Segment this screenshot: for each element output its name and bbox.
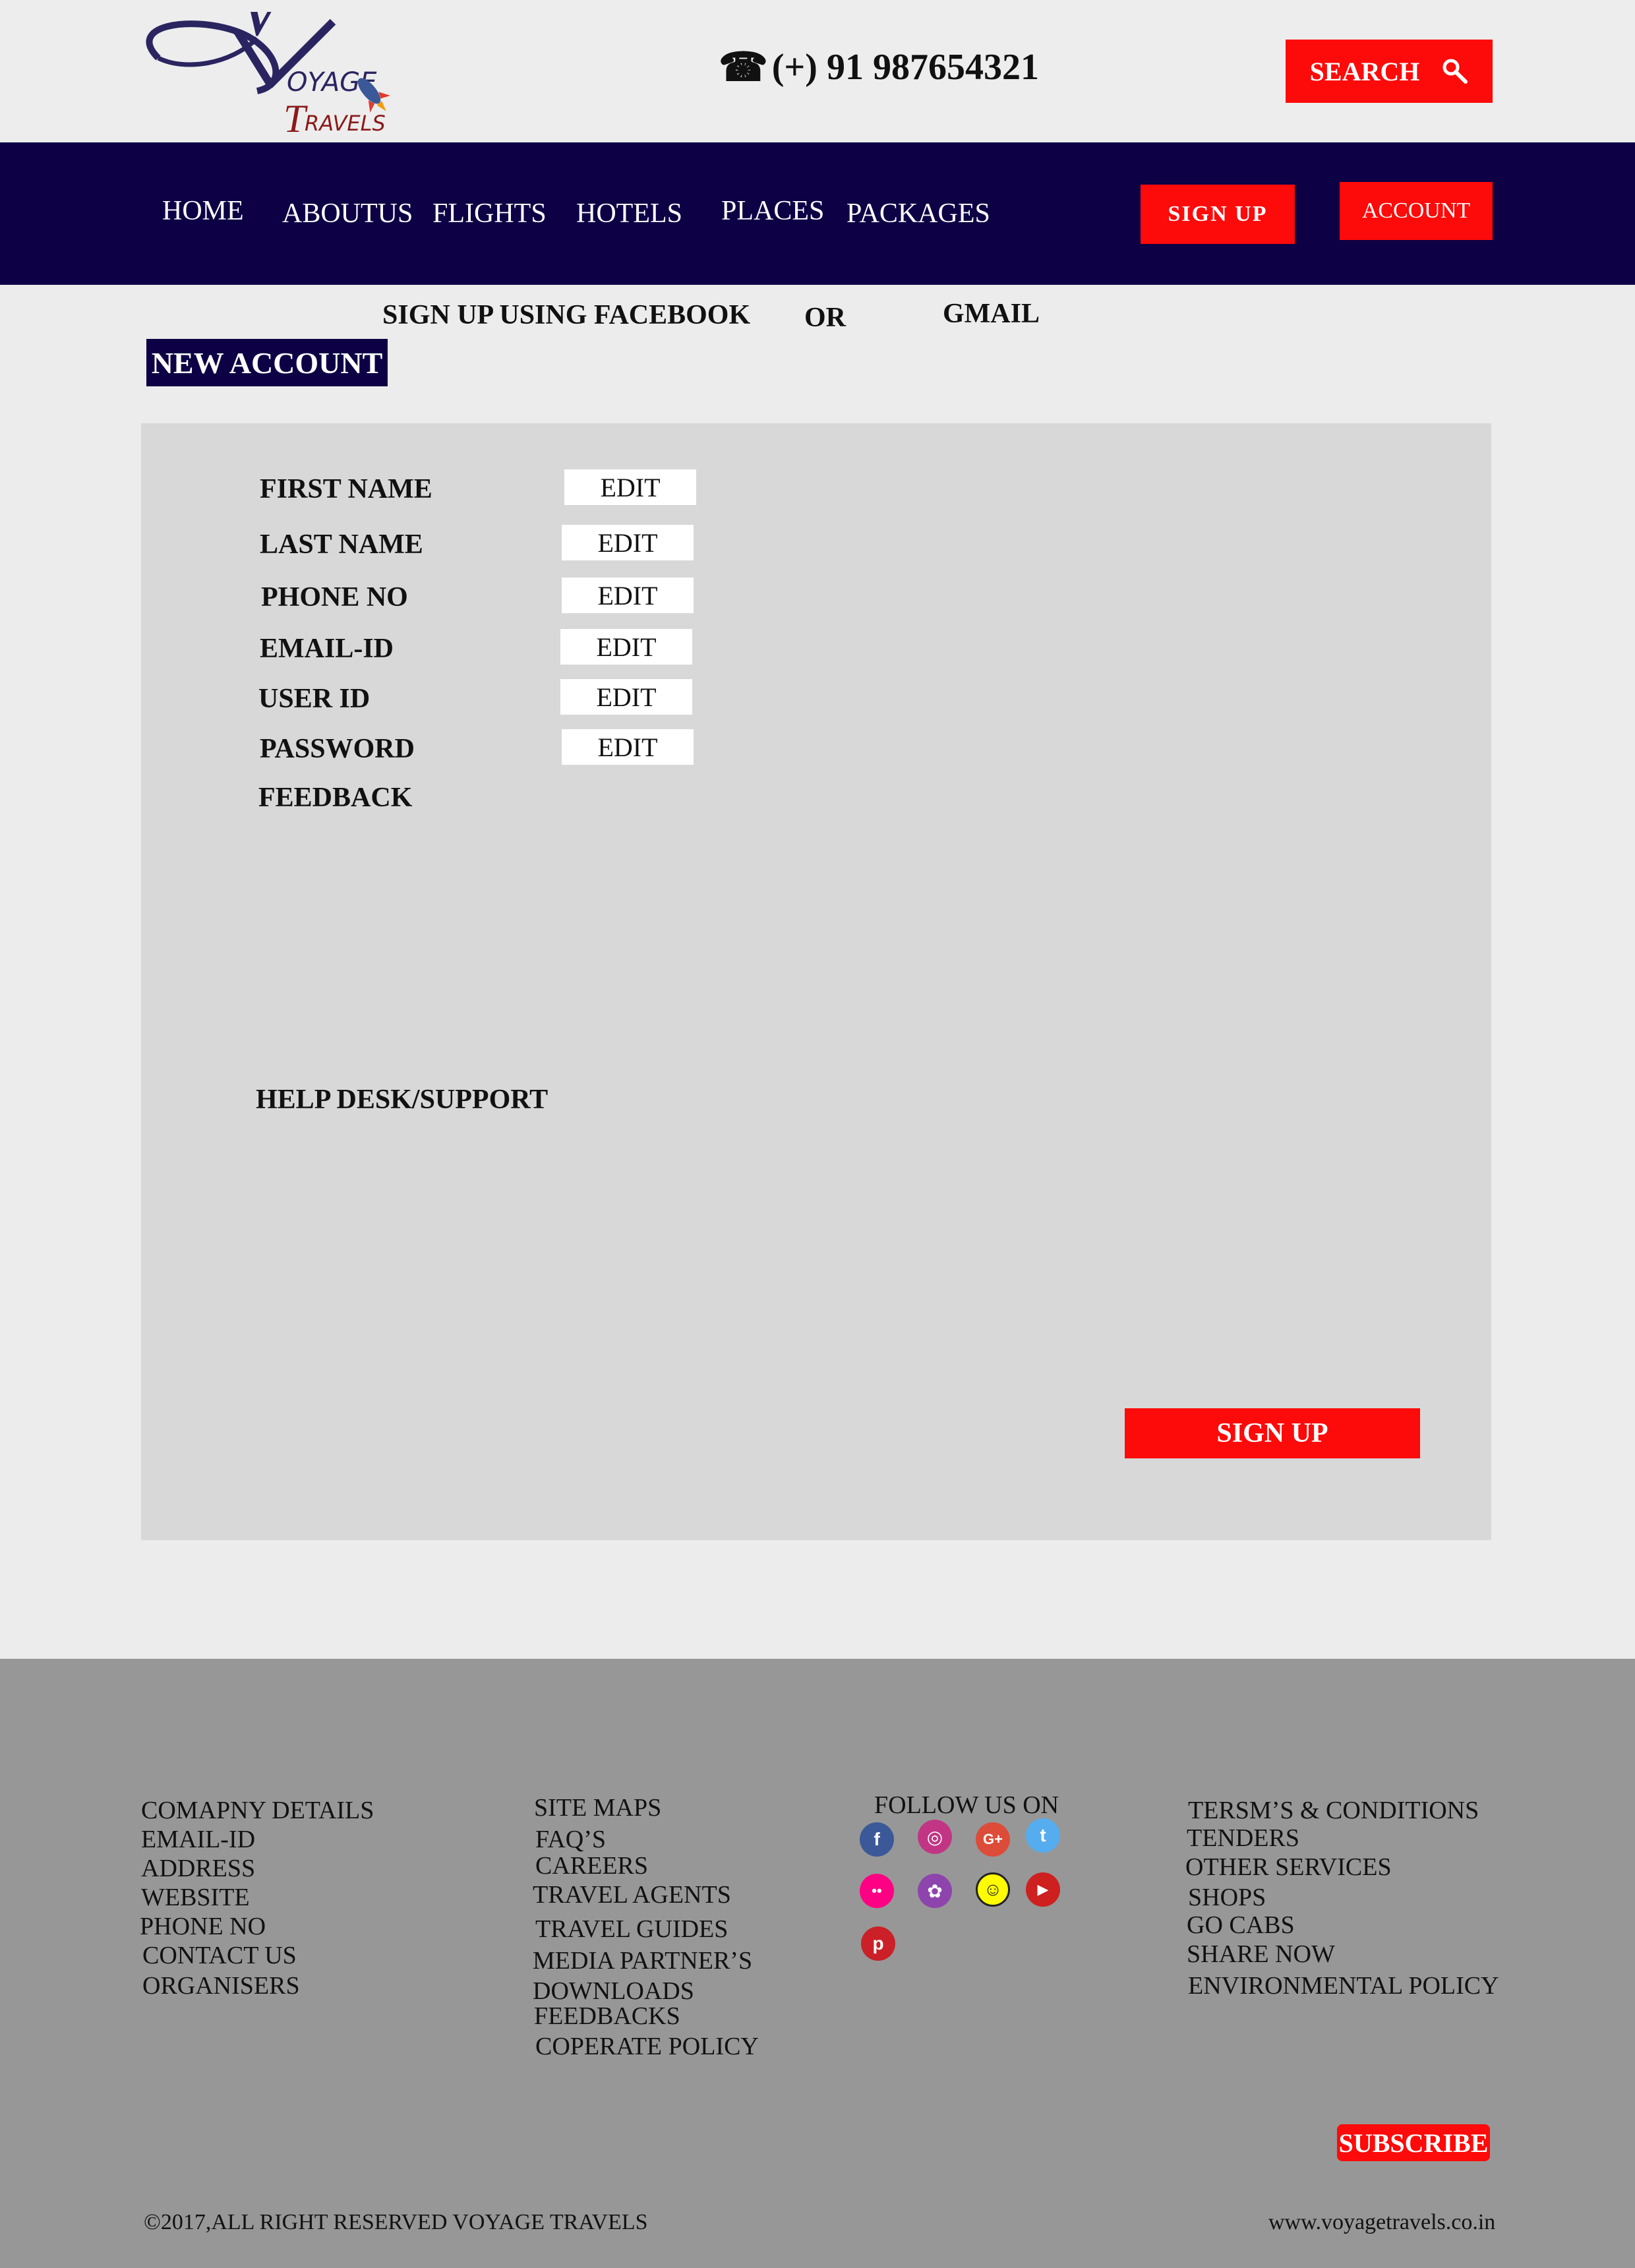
signup-submit-button[interactable]: SIGN UP <box>1125 1408 1420 1458</box>
voyage-travels-logo[interactable]: V OYAGE T RAVELS <box>138 0 402 140</box>
nav-aboutus[interactable]: ABOUTUS <box>282 198 413 229</box>
footer-share-now[interactable]: SHARE NOW <box>1187 1940 1335 1969</box>
footer-tenders[interactable]: TENDERS <box>1187 1824 1299 1853</box>
footer-coperate-policy[interactable]: COPERATE POLICY <box>535 2032 759 2061</box>
copyright-text: ©2017,ALL RIGHT RESERVED VOYAGE TRAVELS <box>144 2210 648 2234</box>
phone-icon: ☎ <box>719 45 768 89</box>
footer-other-services[interactable]: OTHER SERVICES <box>1185 1853 1392 1882</box>
phone-no-label: PHONE NO <box>261 582 408 612</box>
help-desk-area[interactable] <box>256 1127 1113 1378</box>
instagram-icon[interactable]: ◎ <box>918 1820 952 1854</box>
new-account-heading: NEW ACCOUNT <box>146 339 388 386</box>
logo-word-travels: RAVELS <box>305 111 386 136</box>
first-name-field[interactable] <box>564 469 696 505</box>
facebook-icon[interactable]: f <box>860 1822 894 1857</box>
nav-places[interactable]: PLACES <box>721 195 824 227</box>
twitter-icon[interactable]: t <box>1026 1818 1060 1853</box>
header-phone: ☎ (+) 91 987654321 <box>719 46 1039 88</box>
user-id-label: USER ID <box>258 684 371 714</box>
footer-terms-conditions[interactable]: TERSM’S & CONDITIONS <box>1188 1796 1479 1825</box>
first-name-label: FIRST NAME <box>260 474 432 504</box>
footer-feedbacks[interactable]: FEEDBACKS <box>534 2002 680 2031</box>
footer-organisers[interactable]: ORGANISERS <box>142 1971 300 2000</box>
phone-number: (+) 91 987654321 <box>771 47 1039 88</box>
signup-gmail-link[interactable]: GMAIL <box>943 298 1040 330</box>
password-field[interactable] <box>562 729 694 765</box>
footer-website[interactable]: WEBSITE <box>141 1883 250 1912</box>
nav-account-button[interactable]: ACCOUNT <box>1340 182 1493 240</box>
feedback-label: FEEDBACK <box>258 783 413 813</box>
footer-site-maps[interactable]: SITE MAPS <box>534 1793 661 1822</box>
footer-shops[interactable]: SHOPS <box>1188 1883 1266 1912</box>
footer-contact-us[interactable]: CONTACT US <box>142 1941 297 1970</box>
pinterest-icon[interactable]: p <box>861 1926 895 1961</box>
footer-careers[interactable]: CAREERS <box>535 1851 648 1880</box>
logo-graphic: V OYAGE T RAVELS <box>146 0 391 140</box>
password-label: PASSWORD <box>260 734 415 764</box>
site-url-link[interactable]: www.voyagetravels.co.in <box>1268 2210 1495 2235</box>
email-id-field[interactable] <box>560 629 692 665</box>
flickr-icon[interactable]: •• <box>860 1874 894 1908</box>
help-desk-label: HELP DESK/SUPPORT <box>256 1085 549 1115</box>
nav-packages[interactable]: PACKAGES <box>847 198 990 229</box>
nav-signup-button[interactable]: SIGN UP <box>1141 185 1295 244</box>
snapchat-icon[interactable]: ☺ <box>976 1872 1010 1907</box>
nav-flights[interactable]: FLIGHTS <box>432 198 547 229</box>
footer-company-details[interactable]: COMAPNY DETAILS <box>141 1796 374 1825</box>
footer-email-id[interactable]: EMAIL-ID <box>141 1825 255 1854</box>
footer-faqs[interactable]: FAQ’S <box>535 1825 606 1854</box>
feedback-area[interactable] <box>258 824 1313 1048</box>
logo-initial-v: V <box>237 12 289 51</box>
phone-no-field[interactable] <box>562 578 694 613</box>
nav-home[interactable]: HOME <box>162 195 244 227</box>
footer-media-partners[interactable]: MEDIA PARTNER’S <box>533 1946 752 1975</box>
nav-hotels[interactable]: HOTELS <box>576 198 682 229</box>
footer-travel-agents[interactable]: TRAVEL AGENTS <box>533 1880 731 1909</box>
signup-facebook-link[interactable]: SIGN UP USING FACEBOOK <box>382 299 750 331</box>
user-id-field[interactable] <box>560 679 692 715</box>
footer-environmental-policy[interactable]: ENVIRONMENTAL POLICY <box>1188 1971 1499 2000</box>
footer-travel-guides[interactable]: TRAVEL GUIDES <box>535 1915 728 1944</box>
youtube-icon[interactable]: ▶ <box>1026 1872 1060 1907</box>
google-plus-icon[interactable]: G+ <box>976 1822 1010 1857</box>
footer-address[interactable]: ADDRESS <box>141 1854 255 1883</box>
search-button[interactable]: SEARCH <box>1286 40 1493 103</box>
search-icon <box>1442 59 1468 84</box>
last-name-field[interactable] <box>562 525 694 560</box>
picasa-icon[interactable]: ✿ <box>918 1874 952 1908</box>
email-id-label: EMAIL-ID <box>260 634 394 664</box>
footer-phone-no[interactable]: PHONE NO <box>140 1912 266 1941</box>
or-separator: OR <box>804 303 846 333</box>
follow-us-label: FOLLOW US ON <box>874 1791 1059 1819</box>
footer-go-cabs[interactable]: GO CABS <box>1187 1911 1295 1940</box>
search-label: SEARCH <box>1309 56 1420 86</box>
last-name-label: LAST NAME <box>260 529 423 560</box>
subscribe-button[interactable]: SUBSCRIBE <box>1337 2124 1490 2161</box>
